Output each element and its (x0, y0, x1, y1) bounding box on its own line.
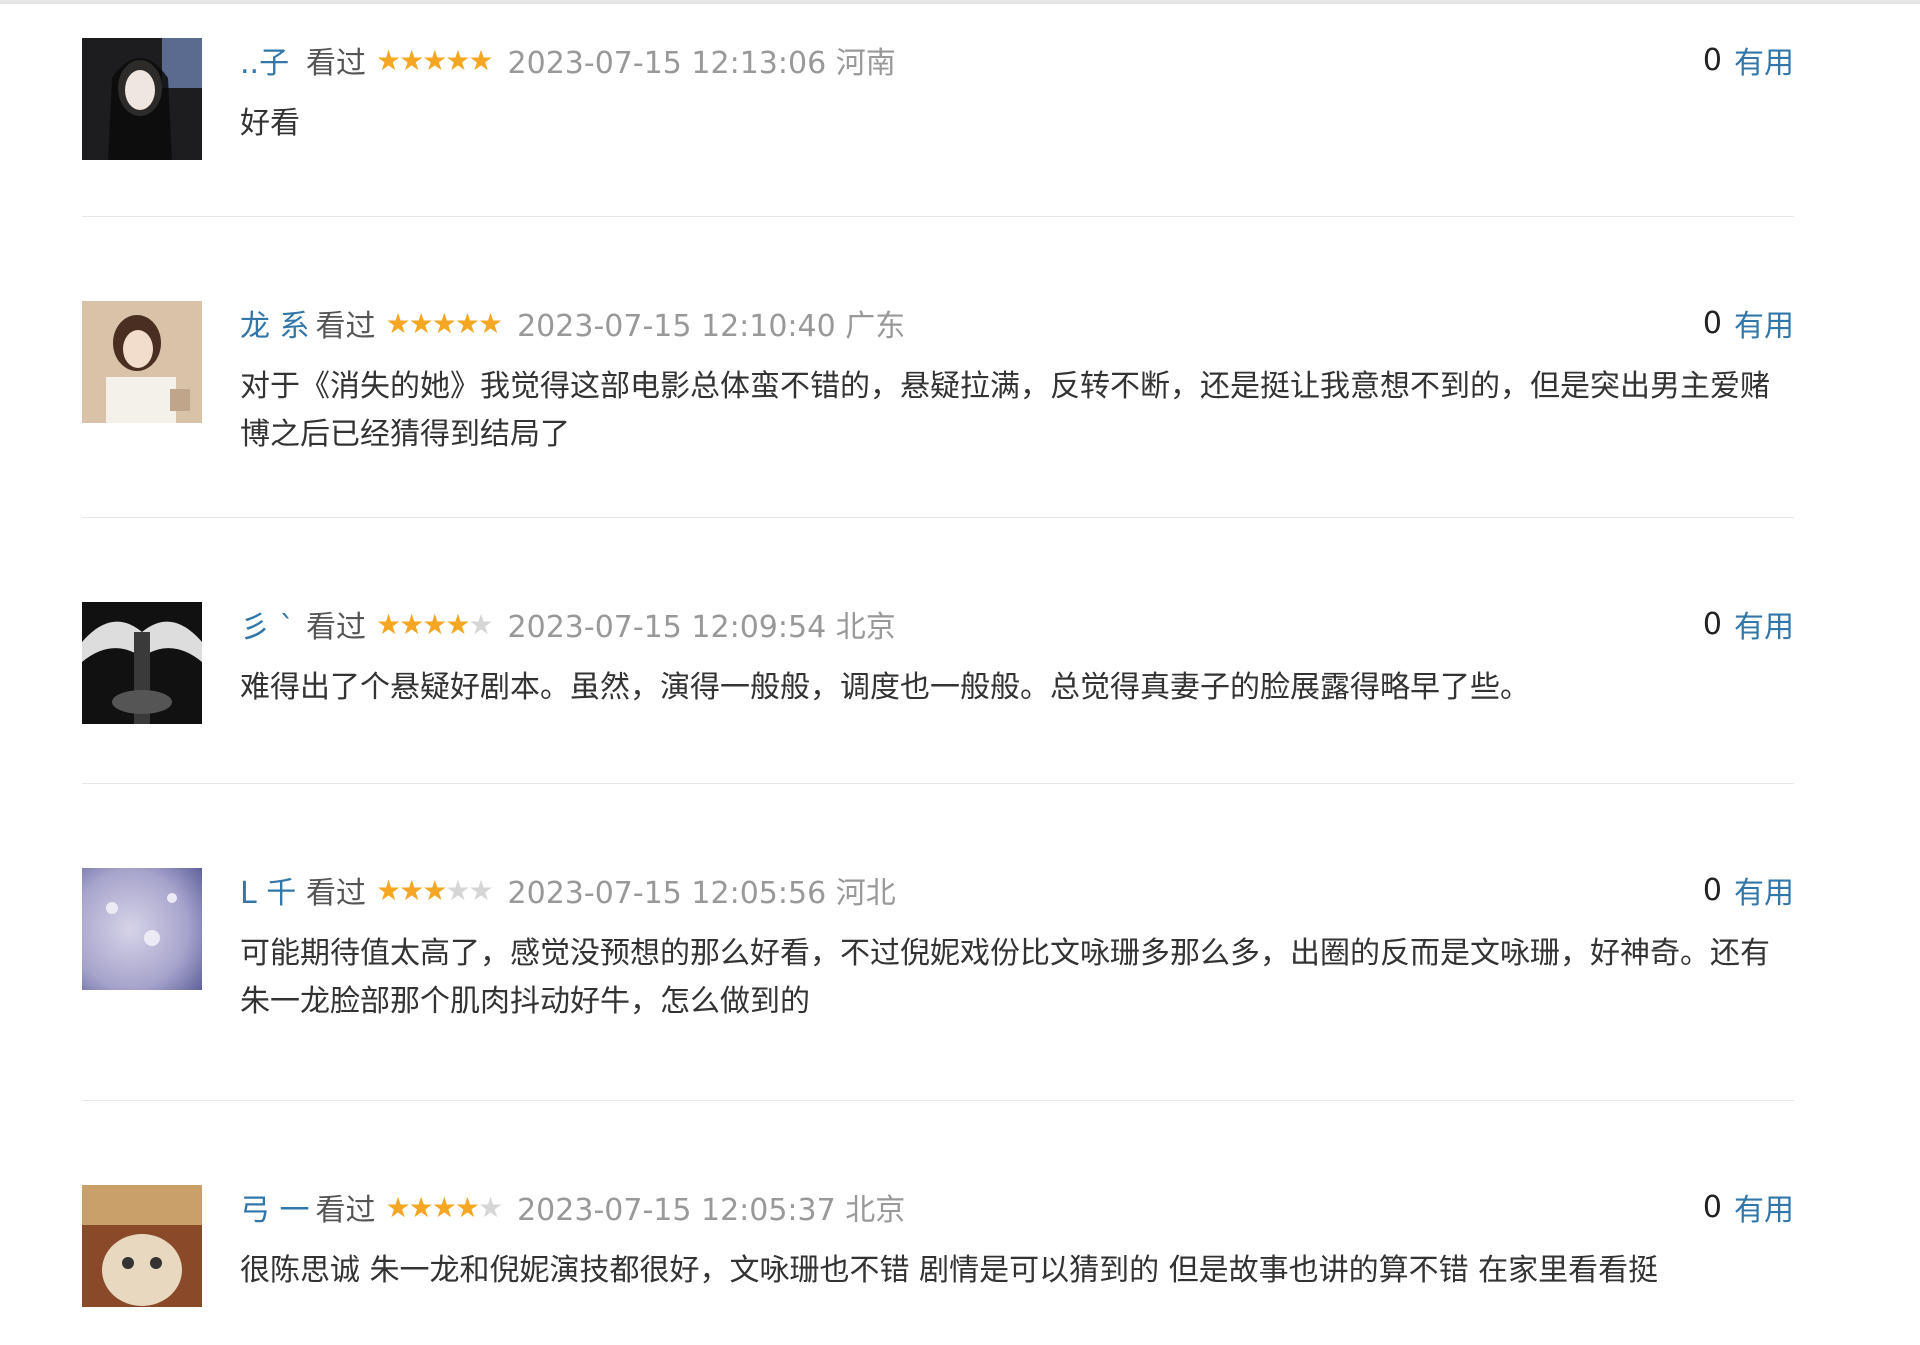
useful-count: 0 (1702, 1189, 1722, 1225)
avatar[interactable] (82, 1185, 202, 1307)
avatar[interactable] (82, 301, 202, 423)
star-filled-icon: ★ (431, 1190, 457, 1224)
review-content: 可能期待值太高了，感觉没预想的那么好看，不过倪妮戏份比文咏珊多那么多，出圈的反而… (240, 936, 1770, 1019)
star-rating: ★★★★★ (376, 43, 494, 77)
star-empty-icon: ★ (477, 1190, 503, 1224)
star-filled-icon: ★ (399, 873, 424, 907)
review-list: ..子 看过 ★★★★★ 2023-07-15 12:13:06 河南 0 有用… (82, 38, 1794, 1345)
useful-vote: 0 有用 (1703, 602, 1794, 646)
star-empty-icon: ★ (468, 607, 493, 641)
useful-vote: 0 有用 (1703, 1185, 1794, 1229)
watched-label: 看过 (306, 46, 366, 81)
star-filled-icon: ★ (445, 43, 470, 77)
review-time: 2023-07-15 12:05:37 北京 (517, 1193, 906, 1228)
avatar[interactable] (82, 602, 202, 724)
watched-label: 看过 (306, 610, 366, 645)
useful-vote: 0 有用 (1703, 38, 1794, 82)
avatar[interactable] (82, 868, 202, 990)
useful-button[interactable]: 有用 (1734, 602, 1794, 646)
useful-count: 0 (1702, 872, 1722, 908)
useful-button[interactable]: 有用 (1734, 1185, 1794, 1229)
star-filled-icon: ★ (385, 306, 411, 340)
star-filled-icon: ★ (454, 306, 480, 340)
star-filled-icon: ★ (376, 43, 401, 77)
review-meta: 彡 ` 看过 ★★★★★ 2023-07-15 12:09:54 北京 (240, 602, 1794, 646)
star-filled-icon: ★ (376, 607, 401, 641)
review-meta: 龙 系 看过 ★★★★★ 2023-07-15 12:10:40 广东 (240, 301, 1794, 345)
review-item: L 千 看过 ★★★★★ 2023-07-15 12:05:56 河北 0 有用… (82, 868, 1794, 1101)
useful-count: 0 (1702, 606, 1722, 642)
username-link[interactable]: 彡 ` (240, 602, 300, 646)
watched-label: 看过 (315, 309, 376, 344)
review-content: 对于《消失的她》我觉得这部电影总体蛮不错的，悬疑拉满，反转不断，还是挺让我意想不… (240, 369, 1770, 452)
review-time: 2023-07-15 12:10:40 广东 (517, 309, 906, 344)
review-meta: 弓 一 看过 ★★★★★ 2023-07-15 12:05:37 北京 (240, 1185, 1794, 1229)
star-rating: ★★★★★ (376, 607, 494, 641)
review-content: 难得出了个悬疑好剧本。虽然，演得一般般，调度也一般般。总觉得真妻子的脸展露得略早… (240, 670, 1530, 705)
star-filled-icon: ★ (422, 873, 447, 907)
star-filled-icon: ★ (468, 43, 493, 77)
watched-label: 看过 (315, 1193, 376, 1228)
star-rating: ★★★★★ (385, 306, 504, 340)
review-item: 彡 ` 看过 ★★★★★ 2023-07-15 12:09:54 北京 0 有用… (82, 602, 1794, 784)
star-filled-icon: ★ (477, 306, 503, 340)
useful-count: 0 (1702, 305, 1722, 341)
star-filled-icon: ★ (454, 1190, 480, 1224)
useful-count: 0 (1702, 42, 1722, 78)
star-filled-icon: ★ (399, 607, 424, 641)
review-item: ..子 看过 ★★★★★ 2023-07-15 12:13:06 河南 0 有用… (82, 38, 1794, 217)
review-meta: L 千 看过 ★★★★★ 2023-07-15 12:05:56 河北 (240, 868, 1794, 912)
review-item: 弓 一 看过 ★★★★★ 2023-07-15 12:05:37 北京 0 有用… (82, 1185, 1794, 1345)
watched-label: 看过 (306, 876, 366, 911)
star-rating: ★★★★★ (385, 1190, 504, 1224)
review-content: 好看 (240, 106, 300, 141)
review-meta: ..子 看过 ★★★★★ 2023-07-15 12:13:06 河南 (240, 38, 1794, 82)
star-filled-icon: ★ (422, 43, 447, 77)
username-link[interactable]: L 千 (240, 868, 300, 912)
review-time: 2023-07-15 12:13:06 河南 (507, 46, 896, 81)
top-divider (0, 0, 1920, 4)
review-time: 2023-07-15 12:05:56 河北 (507, 876, 896, 911)
username-link[interactable]: ..子 (240, 38, 300, 82)
star-empty-icon: ★ (468, 873, 493, 907)
star-filled-icon: ★ (399, 43, 424, 77)
star-filled-icon: ★ (422, 607, 447, 641)
star-rating: ★★★★★ (376, 873, 494, 907)
username-link[interactable]: 龙 系 (240, 301, 310, 345)
star-filled-icon: ★ (408, 306, 434, 340)
review-item: 龙 系 看过 ★★★★★ 2023-07-15 12:10:40 广东 0 有用… (82, 301, 1794, 518)
useful-button[interactable]: 有用 (1734, 301, 1794, 345)
star-filled-icon: ★ (431, 306, 457, 340)
star-filled-icon: ★ (408, 1190, 434, 1224)
useful-button[interactable]: 有用 (1734, 868, 1794, 912)
star-filled-icon: ★ (445, 607, 470, 641)
useful-button[interactable]: 有用 (1734, 38, 1794, 82)
review-time: 2023-07-15 12:09:54 北京 (507, 610, 896, 645)
username-link[interactable]: 弓 一 (240, 1185, 310, 1229)
star-filled-icon: ★ (385, 1190, 411, 1224)
avatar[interactable] (82, 38, 202, 160)
review-content: 很陈思诚 朱一龙和倪妮演技都很好，文咏珊也不错 剧情是可以猜到的 但是故事也讲的… (240, 1253, 1659, 1288)
star-empty-icon: ★ (445, 873, 470, 907)
useful-vote: 0 有用 (1703, 868, 1794, 912)
useful-vote: 0 有用 (1703, 301, 1794, 345)
star-filled-icon: ★ (376, 873, 401, 907)
